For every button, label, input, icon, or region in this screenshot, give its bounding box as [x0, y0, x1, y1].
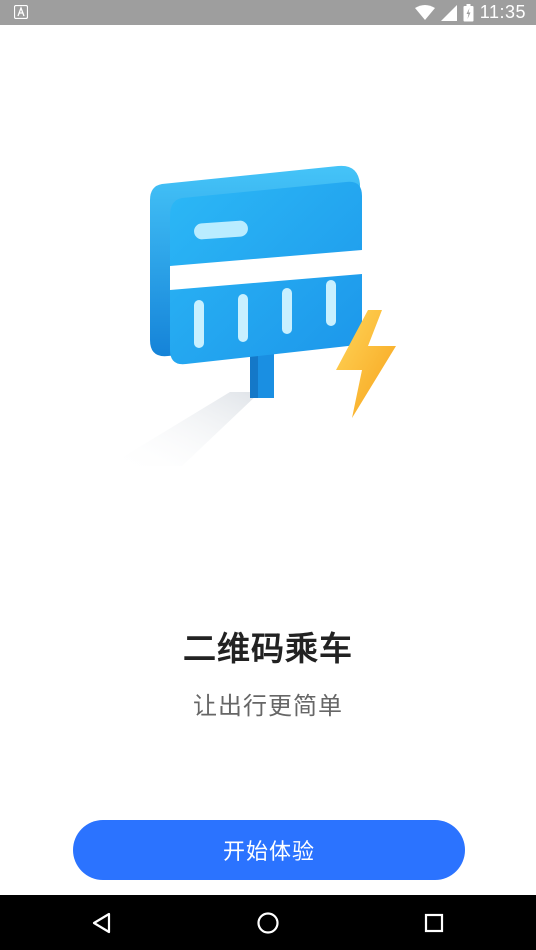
signal-icon	[440, 4, 457, 21]
wifi-icon	[414, 4, 435, 20]
battery-icon	[463, 3, 474, 21]
navigation-bar	[0, 895, 536, 950]
onboarding-screen: 11:35 二维码乘车 让出行更简单 开始体验	[0, 0, 536, 950]
page-title: 二维码乘车	[183, 629, 353, 668]
back-button[interactable]	[82, 903, 122, 943]
home-button[interactable]	[248, 903, 288, 943]
recents-button[interactable]	[414, 903, 454, 943]
recents-icon	[424, 913, 444, 933]
home-icon	[257, 912, 279, 934]
start-experience-button[interactable]: 开始体验	[73, 820, 465, 880]
back-icon	[92, 912, 111, 934]
app-notification-icon	[14, 5, 28, 19]
status-icons: 11:35	[414, 0, 526, 25]
page-subtitle: 让出行更简单	[193, 692, 343, 720]
status-bar: 11:35	[0, 0, 536, 25]
card-reader-lightning-illustration	[108, 165, 396, 466]
status-time: 11:35	[479, 2, 526, 22]
ground-shadow	[108, 392, 260, 466]
